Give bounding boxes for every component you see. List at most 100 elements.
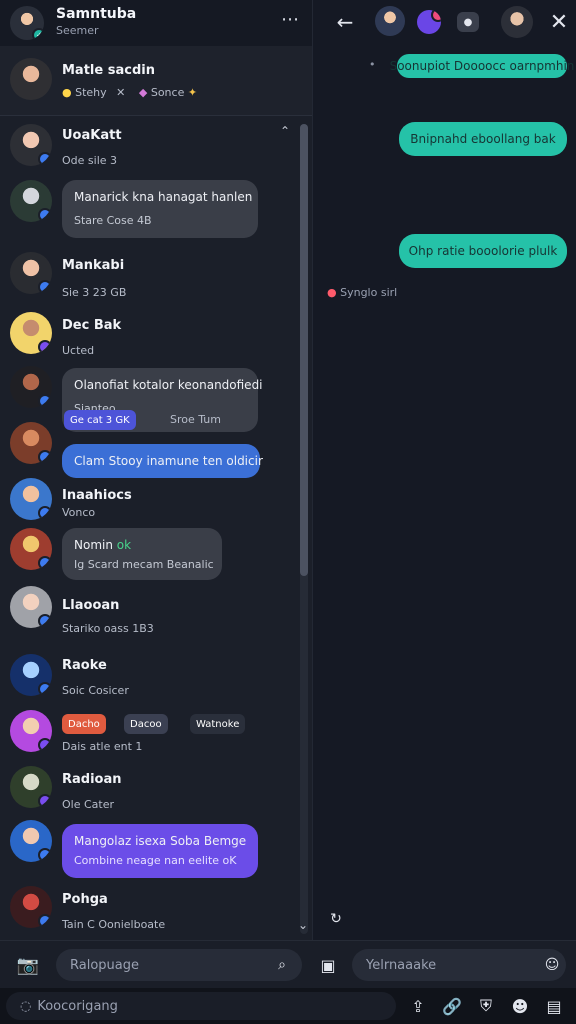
pinned-avatar[interactable] [10, 58, 52, 100]
right-input-placeholder: Yelrnaaake [366, 957, 437, 973]
face-icon[interactable]: ☻ [508, 994, 532, 1018]
chat-avatar-4[interactable] [10, 312, 52, 354]
purple-badge [38, 738, 52, 752]
footer-search-placeholder: Koocorigang [37, 998, 118, 1014]
cross-icon: ✕ [116, 86, 126, 99]
message-1-time: • [369, 58, 376, 71]
chat-bubble-13[interactable]: Mangolaz isexa Soba Bemge Combine neage … [62, 824, 258, 878]
chat-bubble-6[interactable]: Clam Stooy inamune ten oldicir [62, 444, 263, 478]
refresh-icon[interactable]: ↻ [327, 910, 345, 928]
blue-badge [38, 506, 52, 520]
system-message-text: Synglo sirl [340, 286, 398, 299]
header: ✓ Samntuba Seemer ⋯ [0, 0, 312, 46]
chat-avatar-13[interactable] [10, 820, 52, 862]
contact-avatar-3[interactable] [501, 6, 533, 38]
purple-badge [38, 340, 52, 354]
chat-name-1: UoaKatt [62, 128, 122, 143]
footer-bar: ◌ Koocorigang ⇪ 🔗 ⛨ ☻ ▤ [0, 988, 576, 1024]
chat-avatar-6[interactable] [10, 422, 52, 464]
system-message: ● Synglo sirl [327, 286, 397, 299]
chat-bubble-8-line1: Nomin ok [74, 538, 131, 552]
collapse-caret-icon[interactable]: ⌃ [280, 124, 290, 138]
right-message-input[interactable]: Yelrnaaake [352, 949, 566, 981]
link-icon[interactable]: 🔗 [440, 994, 464, 1018]
chat-avatar-8[interactable] [10, 528, 52, 570]
chat-avatar-9[interactable] [10, 586, 52, 628]
blue-badge [38, 914, 52, 928]
app-subtitle: Seemer [56, 24, 99, 37]
chat-meta-3: Sie 3 23 GB [62, 286, 127, 299]
chat-avatar-10[interactable] [10, 654, 52, 696]
blue-badge [38, 152, 52, 166]
camera-icon[interactable]: 📷 [14, 951, 42, 979]
chat-bubble-2[interactable]: Manarick kna hanagat hanlen Stare Cose 4… [62, 180, 258, 238]
chip-2[interactable]: Dacoo [124, 714, 168, 734]
more-options-icon[interactable]: ⋯ [281, 9, 300, 30]
outgoing-message-3[interactable]: Ohp ratie booolorie plulk [399, 234, 567, 268]
search-icon[interactable]: ⌕ [270, 953, 294, 977]
chat-bubble-5-chip-right: Sroe Tum [170, 413, 221, 426]
profile-avatar[interactable]: ✓ [10, 6, 44, 40]
clock-icon: ◌ [20, 998, 32, 1014]
chat-avatar-2[interactable] [10, 180, 52, 222]
messenger-app: ✓ Samntuba Seemer ⋯ Matle sacdin ● Stehy… [0, 0, 576, 1024]
blue-badge [38, 848, 52, 862]
chat-bubble-8-line2: Ig Scard mecam Beanalic [74, 558, 214, 571]
blue-badge [38, 280, 52, 294]
chat-meta-1: Ode sile 3 [62, 154, 118, 167]
chat-avatar-7[interactable] [10, 478, 52, 520]
outgoing-message-1[interactable]: Soonupiot Doooocc oarnpmhin [390, 54, 574, 78]
chat-bubble-8-text: Nomin [74, 538, 113, 552]
chat-bubble-2-line2: Stare Cose 4B [74, 214, 152, 227]
chat-name-14: Pohga [62, 892, 108, 907]
notification-badge [431, 10, 441, 22]
blue-badge [38, 394, 52, 408]
pinned-chat[interactable]: Matle sacdin ● Stehy ✕ ◆ Sonce ✦ [0, 46, 312, 116]
left-input-placeholder: Ralopuage [70, 957, 139, 973]
shield-icon[interactable]: ⛨ [474, 994, 498, 1018]
pinned-name: Matle sacdin [62, 63, 155, 78]
chip-3[interactable]: Watnoke [190, 714, 246, 734]
chat-name-3: Mankabi [62, 258, 125, 273]
chip-1[interactable]: Dacho [62, 714, 106, 734]
panel-icon[interactable]: ▤ [542, 994, 566, 1018]
outgoing-message-2[interactable]: Bnipnahd eboollang bak [399, 122, 567, 156]
chat-bubble-8[interactable]: Nomin ok Ig Scard mecam Beanalic [62, 528, 222, 580]
blue-badge [38, 556, 52, 570]
chat-bubble-8-highlight: ok [116, 538, 132, 552]
emoji-icon[interactable]: ☺ [540, 953, 564, 977]
footer-search-input[interactable]: ◌ Koocorigang [6, 992, 396, 1020]
chat-avatar-12[interactable] [10, 766, 52, 808]
blue-badge [38, 682, 52, 696]
chat-avatar-11[interactable] [10, 710, 52, 752]
chat-bubble-5[interactable]: Olanofiat kotalor keonandofiedi Sianteo … [62, 368, 263, 432]
blue-badge [38, 208, 52, 222]
chat-name-12: Radioan [62, 772, 122, 787]
composer-bar: 📷 Ralopuage ⌕ ▣ Yelrnaaake ☺ [0, 940, 576, 988]
chat-bubble-5-line1: Olanofiat kotalor keonandofiedi [74, 378, 263, 392]
chat-avatar-14[interactable] [10, 886, 52, 928]
back-arrow-icon[interactable]: ← [331, 10, 359, 34]
scroll-down-caret-icon[interactable]: ⌄ [298, 918, 308, 932]
chat-meta-11: Dais atle ent 1 [62, 740, 143, 753]
heart-icon: ● [327, 286, 337, 299]
close-icon[interactable]: ✕ [545, 8, 573, 36]
chat-avatar-5[interactable] [10, 366, 52, 408]
scrollbar-thumb[interactable] [300, 124, 308, 576]
chat-name-9: Llaooan [62, 598, 120, 613]
blue-badge [38, 614, 52, 628]
chat-bubble-13-line2: Combine neage nan eelite oK [74, 854, 237, 867]
pinned-status-left-text: Stehy [75, 86, 107, 99]
diamond-icon: ◆ [138, 86, 148, 99]
chat-meta-7: Vonco [62, 506, 96, 519]
chat-list-scrollbar[interactable] [300, 124, 308, 934]
video-icon[interactable]: ● [457, 12, 479, 32]
left-message-input[interactable]: Ralopuage [56, 949, 302, 981]
gallery-icon[interactable]: ▣ [314, 951, 342, 979]
share-icon[interactable]: ⇪ [406, 994, 430, 1018]
contact-avatar-2[interactable] [417, 10, 441, 34]
chat-avatar-3[interactable] [10, 252, 52, 294]
contact-avatar-1[interactable] [375, 6, 405, 36]
chat-bubble-2-line1: Manarick kna hanagat hanlen [74, 190, 253, 204]
chat-avatar-1[interactable] [10, 124, 52, 166]
